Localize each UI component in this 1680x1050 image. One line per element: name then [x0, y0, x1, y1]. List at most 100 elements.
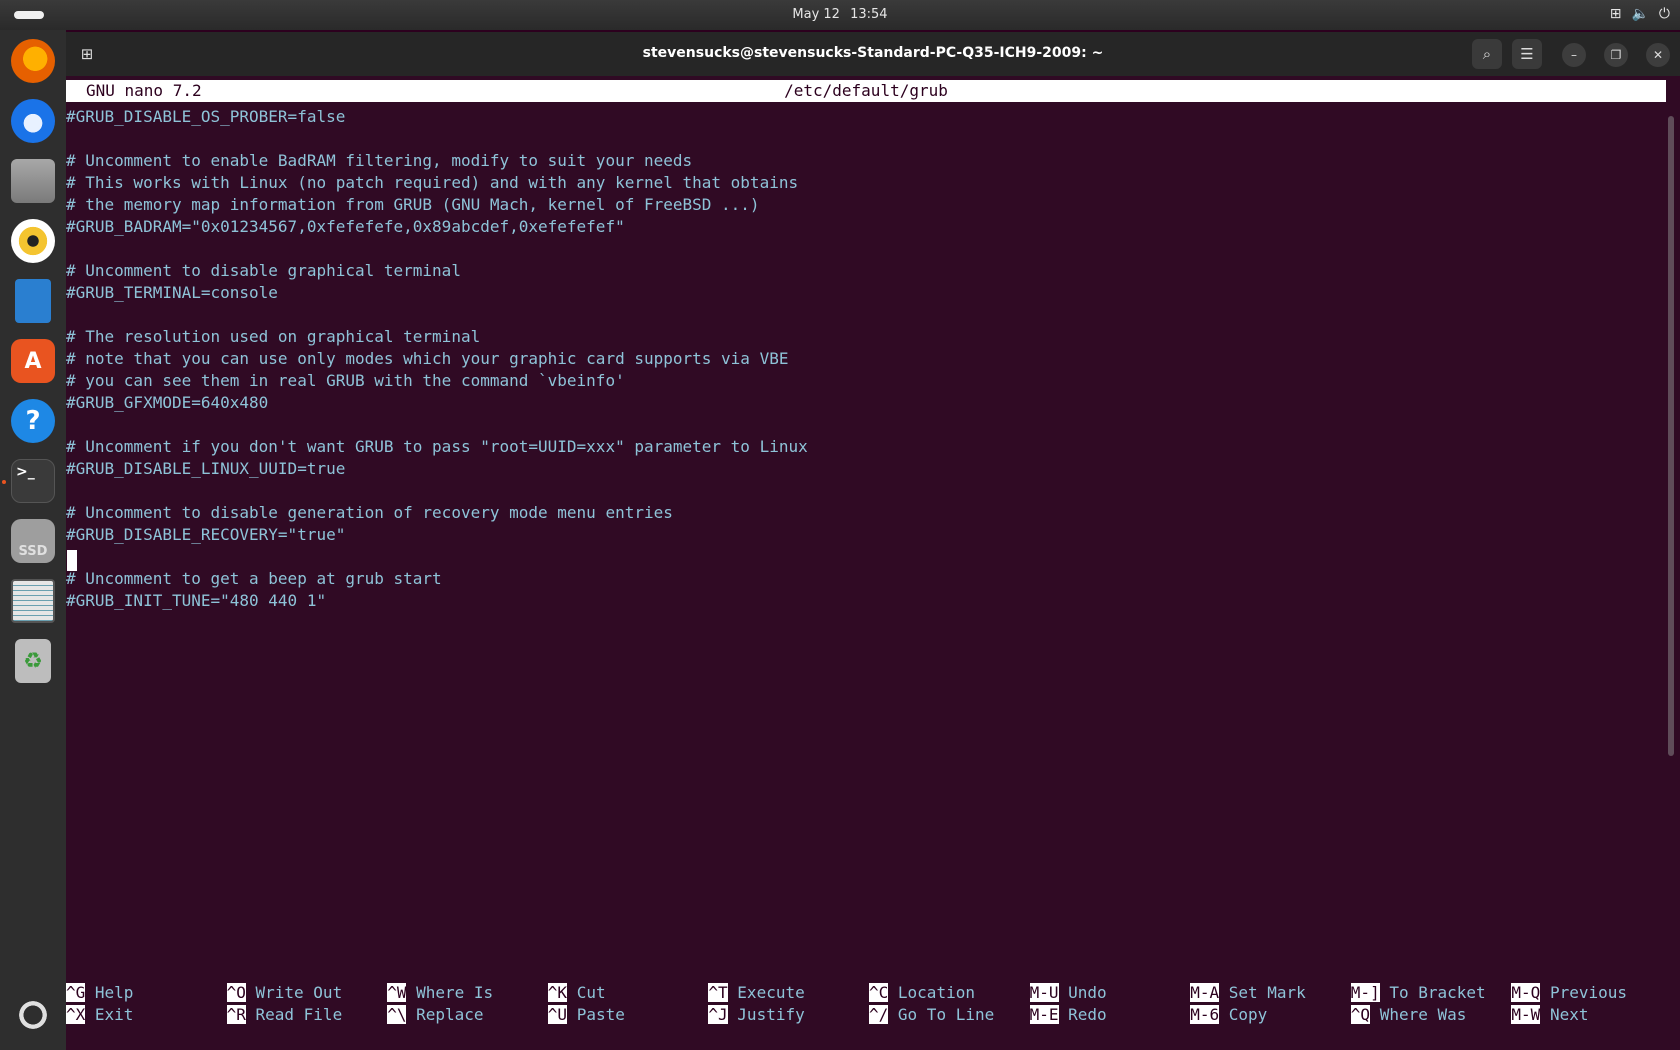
menu-button[interactable]: ☰ [1512, 39, 1542, 69]
dock-item-firefox[interactable] [8, 36, 58, 86]
shortcut-set-mark[interactable]: M-A Set Mark [1190, 982, 1306, 1004]
editor-line: #GRUB_TERMINAL=console [66, 283, 278, 302]
drive-icon: SSD [11, 519, 55, 563]
nano-filename: /etc/default/grub [784, 81, 948, 100]
shortcut-where-is[interactable]: ^W Where Is [387, 982, 493, 1004]
folder-icon [11, 159, 55, 203]
close-button[interactable]: ✕ [1646, 43, 1670, 67]
editor-line: # note that you can use only modes which… [66, 349, 789, 368]
editor-line: #GRUB_GFXMODE=640x480 [66, 393, 269, 412]
shortcut-key: ^/ [869, 1005, 889, 1024]
scrollbar[interactable] [1668, 116, 1674, 756]
disk-image-icon [11, 579, 55, 623]
minimize-icon: – [1571, 48, 1577, 62]
editor-line: # Uncomment to disable graphical termina… [66, 261, 461, 280]
dock-item-terminal[interactable]: >_ [2, 456, 58, 506]
shortcut-read-file[interactable]: ^R Read File [226, 1004, 343, 1026]
window-title: stevensucks@stevensucks-Standard-PC-Q35-… [642, 45, 1104, 61]
shortcut-cut[interactable]: ^K Cut [547, 982, 606, 1004]
title-bar[interactable]: ⊞ stevensucks@stevensucks-Standard-PC-Q3… [66, 32, 1680, 76]
shortcut-label: Paste [576, 1005, 625, 1024]
shortcut-label: Location [897, 983, 975, 1002]
shortcut-execute[interactable]: ^T Execute [708, 982, 805, 1004]
clock[interactable]: May 12 13:54 [0, 7, 1680, 22]
editor-line: # This works with Linux (no patch requir… [66, 173, 799, 192]
search-button[interactable]: ⌕ [1472, 39, 1502, 69]
shortcut-key: ^R [226, 1005, 246, 1024]
dock-item-rhythmbox[interactable] [8, 216, 58, 266]
app-center-icon: A [11, 339, 55, 383]
shortcut-key: ^X [66, 1005, 86, 1024]
shortcut-replace[interactable]: ^\ Replace [387, 1004, 484, 1026]
shortcut-key: M-A [1190, 983, 1220, 1002]
editor-line: #GRUB_BADRAM="0x01234567,0xfefefefe,0x89… [66, 217, 625, 236]
shortcut-label: Set Mark [1228, 983, 1306, 1002]
shortcut-label: Where Was [1379, 1005, 1467, 1024]
shortcut-copy[interactable]: M-6 Copy [1190, 1004, 1267, 1026]
shortcut-write-out[interactable]: ^O Write Out [226, 982, 343, 1004]
minimize-button[interactable]: – [1562, 43, 1586, 67]
shortcut-label: Read File [255, 1005, 343, 1024]
shortcut-location[interactable]: ^C Location [869, 982, 975, 1004]
shortcut-label: Next [1549, 1005, 1589, 1024]
terminal-icon: >_ [11, 459, 55, 503]
shortcut-paste[interactable]: ^U Paste [547, 1004, 625, 1026]
network-icon: ⊞ [1609, 6, 1622, 22]
editor-line: # The resolution used on graphical termi… [66, 327, 481, 346]
editor-line: # Uncomment to disable generation of rec… [66, 503, 673, 522]
close-icon: ✕ [1652, 48, 1664, 62]
clock-time: 13:54 [850, 7, 888, 22]
system-tray[interactable]: ⊞ 🔈 ⏻ [1610, 6, 1670, 22]
shortcut-label: Cut [576, 983, 606, 1002]
dock-item-trash[interactable]: ♻ [8, 636, 58, 686]
show-apps-button[interactable] [8, 990, 58, 1040]
shortcut-key: ^K [547, 983, 568, 1002]
shortcut-label: Previous [1549, 983, 1627, 1002]
shortcut-help[interactable]: ^G Help [66, 982, 133, 1004]
shortcut-key: ^O [226, 983, 246, 1002]
shortcut-key: ^T [708, 983, 728, 1002]
shortcut-label: Help [94, 983, 134, 1002]
shortcut-key: ^Q [1350, 1005, 1371, 1024]
shortcut-undo[interactable]: M-U Undo [1029, 982, 1107, 1004]
editor-line: # the memory map information from GRUB (… [66, 195, 760, 214]
firefox-icon [11, 39, 55, 83]
dock-item-ssd[interactable]: SSD [8, 516, 58, 566]
terminal-content[interactable]: GNU nano 7.2 /etc/default/grub #GRUB_DIS… [66, 76, 1680, 1050]
editor-line: # you can see them in real GRUB with the… [66, 371, 625, 390]
volume-icon: 🔈 [1631, 6, 1649, 22]
maximize-button[interactable]: ❐ [1604, 43, 1628, 67]
maximize-icon: ❐ [1610, 48, 1622, 62]
thunderbird-icon [11, 99, 55, 143]
shortcut-key: M-E [1029, 1005, 1059, 1024]
dock-item-disk-image[interactable] [8, 576, 58, 626]
shortcut-label: Write Out [255, 983, 343, 1002]
dock-item-help[interactable]: ? [8, 396, 58, 446]
shortcut-go-to-line[interactable]: ^/ Go To Line [869, 1004, 994, 1026]
editor-line: #GRUB_INIT_TUNE="480 440 1" [66, 591, 327, 610]
dock-item-thunderbird[interactable] [8, 96, 58, 146]
dock-item-app-center[interactable]: A [8, 336, 58, 386]
shortcut-key: M-U [1029, 983, 1059, 1002]
shortcut-exit[interactable]: ^X Exit [66, 1004, 133, 1026]
shortcut-to-bracket[interactable]: M-] To Bracket [1350, 982, 1486, 1004]
shortcut-key: M-W [1511, 1005, 1541, 1024]
terminal-window: ⊞ stevensucks@stevensucks-Standard-PC-Q3… [66, 32, 1680, 1050]
dock-item-files[interactable] [8, 156, 58, 206]
editor-line: #GRUB_DISABLE_OS_PROBER=false [66, 107, 346, 126]
shortcut-redo[interactable]: M-E Redo [1029, 1004, 1107, 1026]
shortcut-justify[interactable]: ^J Justify [708, 1004, 805, 1026]
shortcut-label: Replace [416, 1005, 484, 1024]
nano-header: GNU nano 7.2 /etc/default/grub [66, 80, 1666, 102]
shortcut-label: Redo [1068, 1005, 1107, 1024]
shortcut-where-was[interactable]: ^Q Where Was [1350, 1004, 1467, 1026]
power-icon: ⏻ [1658, 6, 1670, 22]
shortcut-key: ^U [547, 1005, 568, 1024]
dock-item-writer[interactable] [8, 276, 58, 326]
editor-line: #GRUB_DISABLE_RECOVERY="true" [66, 525, 346, 544]
shortcut-key: ^C [869, 983, 889, 1002]
shortcut-previous[interactable]: M-Q Previous [1511, 982, 1627, 1004]
shortcut-next[interactable]: M-W Next [1511, 1004, 1588, 1026]
text-cursor [67, 550, 77, 571]
shortcut-label: To Bracket [1389, 983, 1486, 1002]
